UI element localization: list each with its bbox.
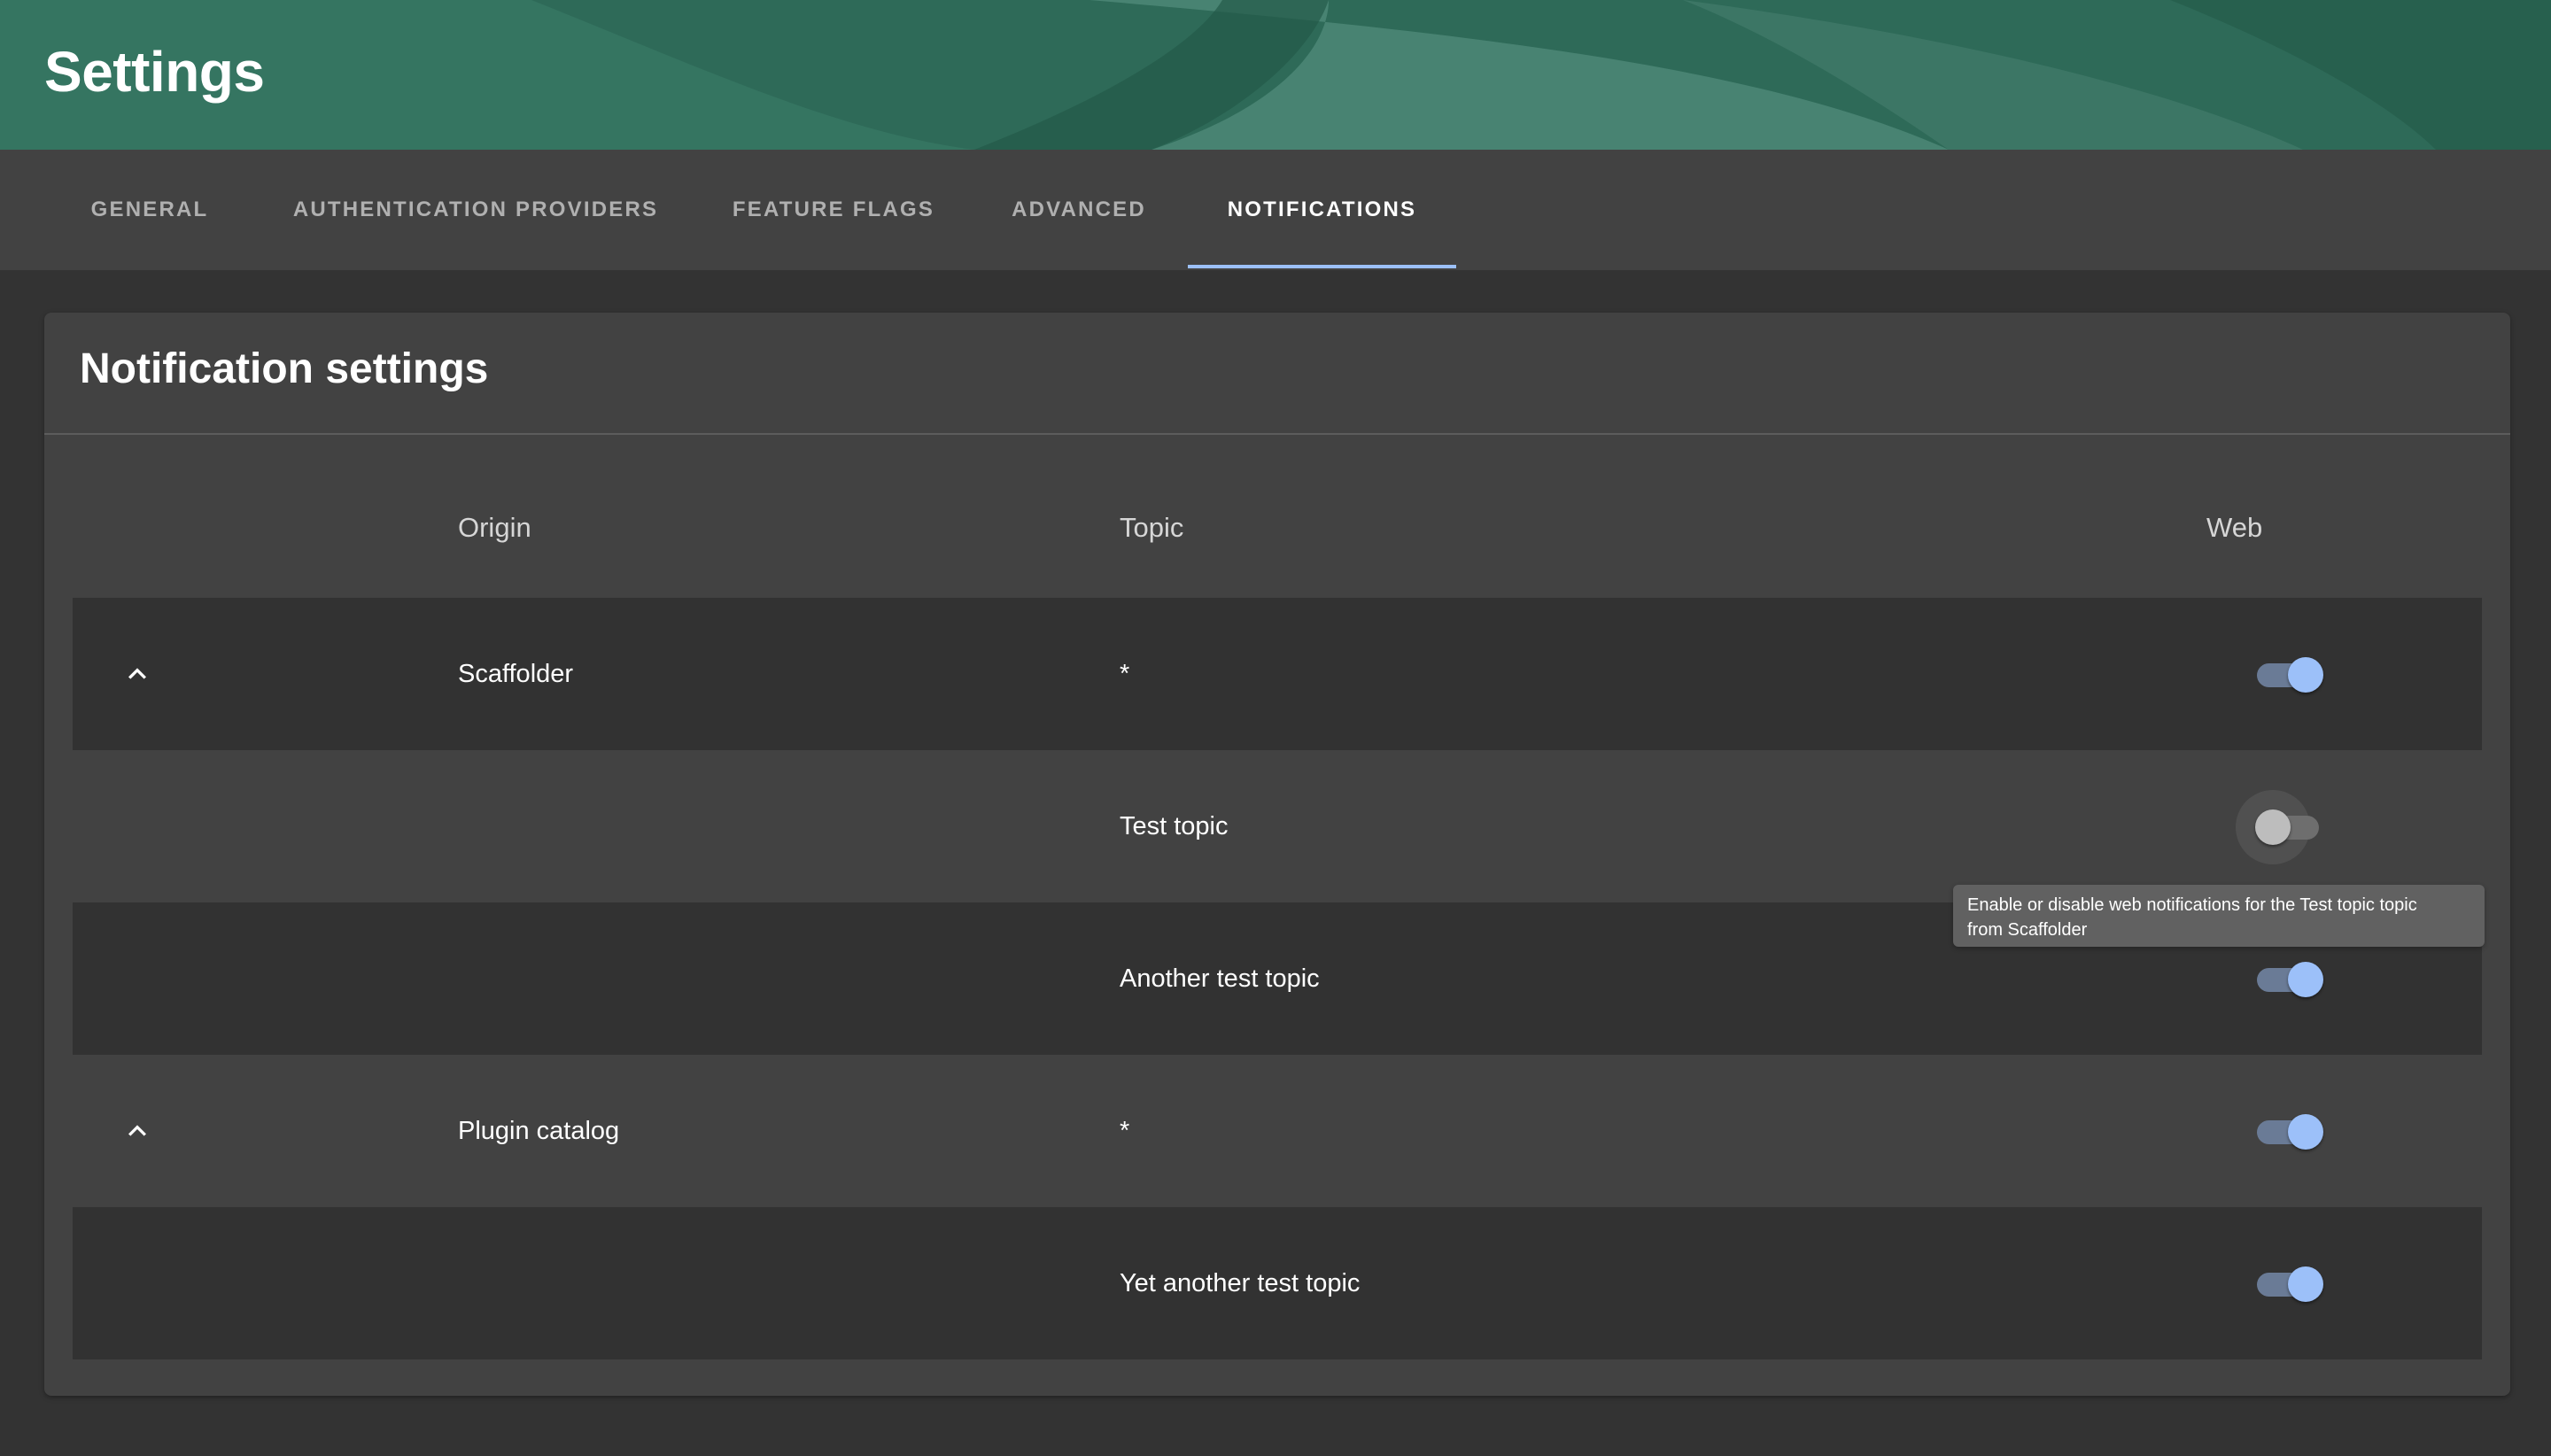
origin-cell: Scaffolder xyxy=(458,659,574,688)
topic-cell: * xyxy=(1120,1116,1130,1145)
web-notification-toggle[interactable] xyxy=(2250,649,2323,699)
toggle-thumb xyxy=(2288,1114,2323,1150)
table-row: Test topic xyxy=(73,750,2482,902)
column-header-origin: Origin xyxy=(458,512,531,543)
tab-general[interactable]: GENERAL xyxy=(66,150,234,270)
card-title: Notification settings xyxy=(80,345,489,392)
web-notification-toggle[interactable] xyxy=(2250,1106,2323,1156)
table-row: Yet another test topic xyxy=(73,1207,2482,1359)
column-header-web: Web xyxy=(2206,512,2263,543)
origin-cell: Plugin catalog xyxy=(458,1116,620,1145)
tab-advanced[interactable]: ADVANCED xyxy=(990,150,1167,270)
header-wave-decoration xyxy=(0,0,2551,150)
toggle-thumb xyxy=(2288,657,2323,693)
toggle-thumb xyxy=(2255,809,2291,845)
toggle-tooltip: Enable or disable web notifications for … xyxy=(1953,885,2485,947)
tooltip-line-2: from Scaffolder xyxy=(1967,920,2088,940)
page-header: Settings xyxy=(0,0,2551,150)
settings-tabs: GENERAL AUTHENTICATION PROVIDERS FEATURE… xyxy=(0,150,2551,270)
chevron-up-icon[interactable] xyxy=(120,656,155,692)
tooltip-line-1: Enable or disable web notifications for … xyxy=(1967,895,2417,915)
card-divider xyxy=(44,433,2510,435)
page-title: Settings xyxy=(44,40,265,104)
web-notification-toggle[interactable] xyxy=(2250,1259,2323,1308)
table-row: Scaffolder * xyxy=(73,598,2482,750)
tab-notifications[interactable]: NOTIFICATIONS xyxy=(1188,150,1456,270)
web-notification-toggle[interactable] xyxy=(2250,954,2323,1003)
topic-cell: Test topic xyxy=(1120,811,1229,840)
web-notification-toggle[interactable] xyxy=(2236,790,2321,864)
tab-authentication-providers[interactable]: AUTHENTICATION PROVIDERS xyxy=(278,150,673,270)
table-row: Plugin catalog * xyxy=(73,1055,2482,1207)
column-header-topic: Topic xyxy=(1120,512,1184,543)
topic-cell: * xyxy=(1120,659,1130,688)
topic-cell: Another test topic xyxy=(1120,964,1320,993)
active-tab-indicator xyxy=(1188,265,1456,268)
toggle-thumb xyxy=(2288,962,2323,997)
tab-feature-flags[interactable]: FEATURE FLAGS xyxy=(716,150,951,270)
chevron-up-icon[interactable] xyxy=(120,1113,155,1149)
topic-cell: Yet another test topic xyxy=(1120,1268,1361,1297)
notification-settings-card: Notification settings Origin Topic Web S… xyxy=(44,313,2510,1396)
toggle-thumb xyxy=(2288,1266,2323,1302)
